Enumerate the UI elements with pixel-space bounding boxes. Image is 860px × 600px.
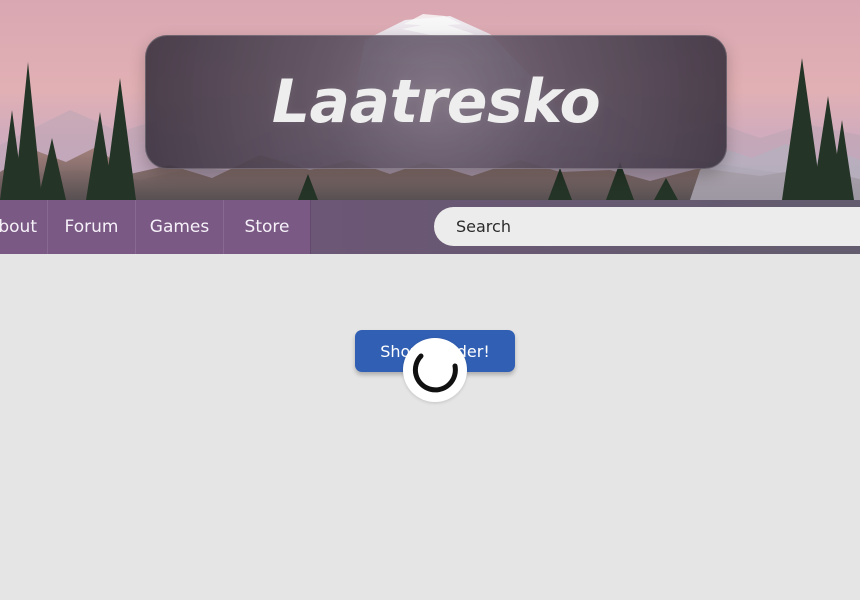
page: Laatresko bout Forum Games Store Show Lo… [0, 0, 860, 600]
main-content [0, 254, 860, 600]
site-title: Laatresko [271, 67, 601, 137]
search-input[interactable] [454, 216, 860, 237]
main-navigation: bout Forum Games Store [0, 200, 860, 254]
nav-item-games[interactable]: Games [136, 200, 224, 254]
brand-panel: Laatresko [145, 35, 727, 169]
nav-item-store[interactable]: Store [224, 200, 311, 254]
hero-header: Laatresko [0, 0, 860, 200]
loader-overlay [403, 338, 467, 402]
search-box [434, 207, 860, 246]
nav-item-about[interactable]: bout [0, 200, 48, 254]
spinner-icon [411, 346, 459, 394]
nav-item-forum[interactable]: Forum [48, 200, 136, 254]
